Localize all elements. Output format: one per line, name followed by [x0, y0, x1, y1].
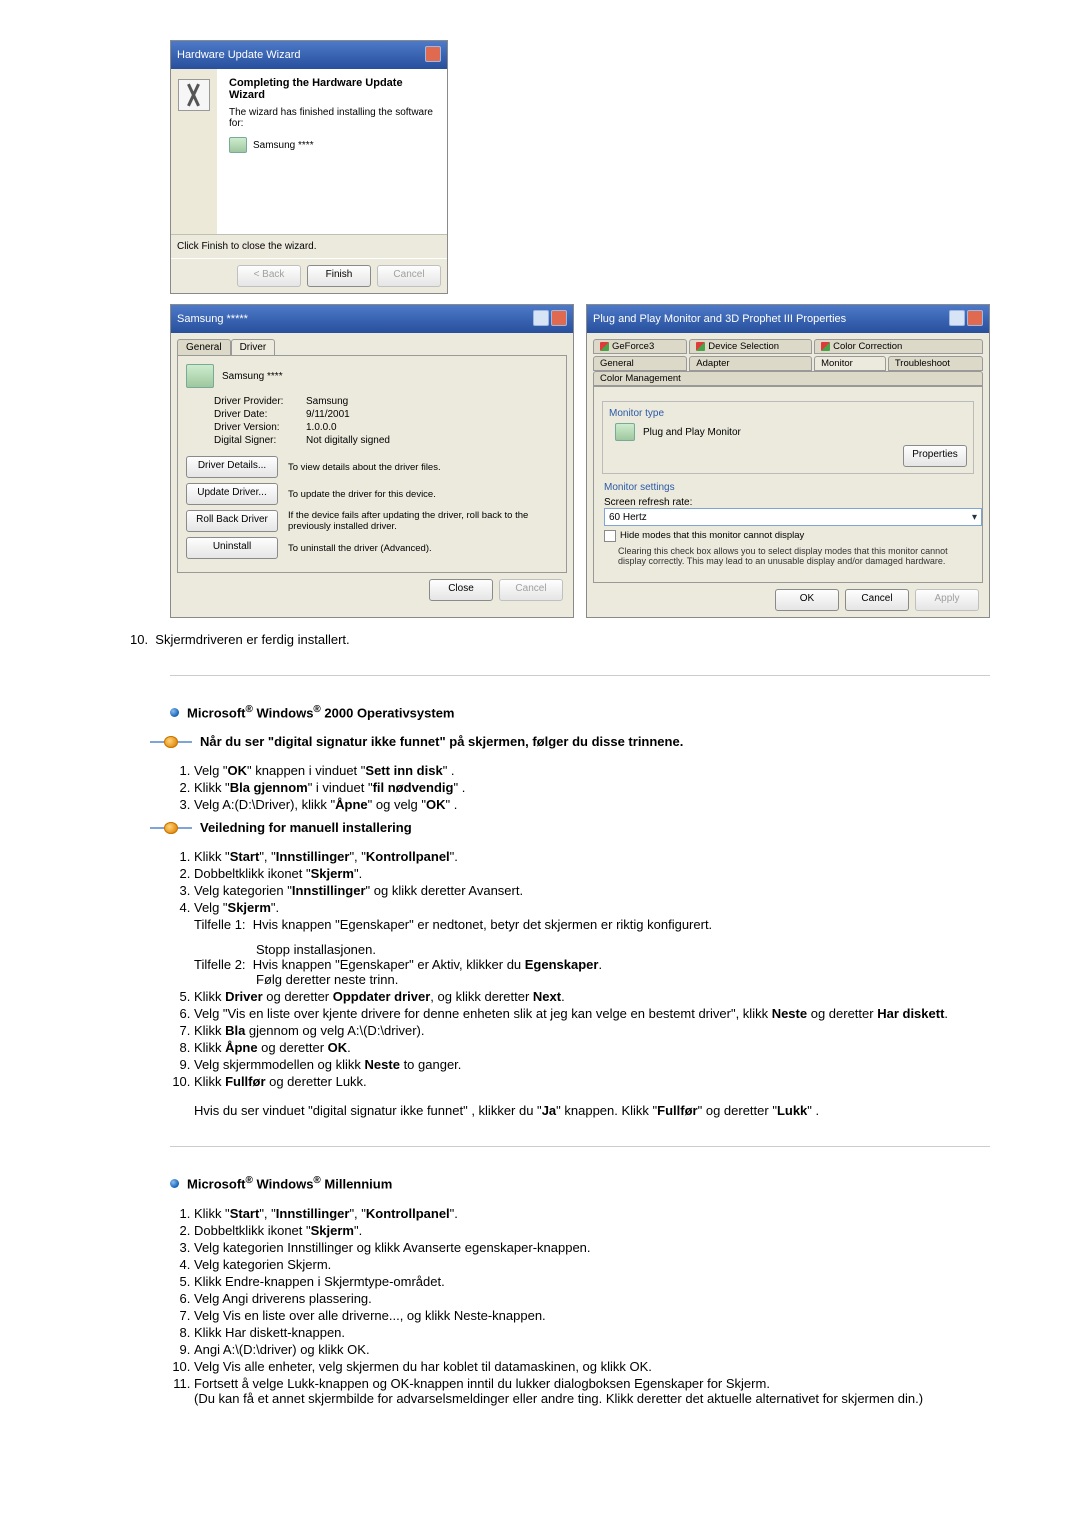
- driver-device: Samsung ****: [222, 371, 283, 382]
- update-driver-desc: To update the driver for this device.: [288, 489, 436, 500]
- checkbox-icon: [604, 530, 616, 542]
- pnp-dlg-title: Plug and Play Monitor and 3D Prophet III…: [593, 313, 846, 325]
- wizard-subtext: The wizard has finished installing the s…: [229, 107, 439, 129]
- nvidia-icon: [696, 342, 705, 351]
- bullet-icon: [170, 1179, 179, 1188]
- win2000-sig-steps: Velg "OK" knappen i vinduet "Sett inn di…: [170, 763, 990, 812]
- tab-color-correction: Color Correction: [814, 339, 983, 354]
- tab-monitor: Monitor: [814, 356, 886, 371]
- version-label: Driver Version:: [214, 422, 302, 433]
- apply-button: Apply: [915, 589, 979, 611]
- hide-modes-checkbox: Hide modes that this monitor cannot disp…: [620, 530, 804, 542]
- help-icon: [533, 310, 549, 326]
- provider-value: Samsung: [306, 396, 558, 407]
- wizard-icon: [178, 79, 210, 111]
- monitor-type-label: Monitor type: [609, 408, 967, 419]
- provider-label: Driver Provider:: [214, 396, 302, 407]
- driver-dlg-title: Samsung *****: [177, 313, 248, 325]
- date-value: 9/11/2001: [306, 409, 558, 420]
- signer-label: Digital Signer:: [214, 435, 302, 446]
- tab-device-selection: Device Selection: [689, 339, 812, 354]
- pnp-properties-screenshot: Plug and Play Monitor and 3D Prophet III…: [586, 304, 990, 618]
- tab-troubleshoot: Troubleshoot: [888, 356, 983, 371]
- uninstall-button: Uninstall: [186, 537, 278, 559]
- winme-steps: Klikk "Start", "Innstillinger", "Kontrol…: [170, 1206, 990, 1406]
- nvidia-icon: [821, 342, 830, 351]
- driver-properties-screenshot: Samsung ***** General Driver Samsung ***…: [170, 304, 574, 618]
- wizard-title: Hardware Update Wizard: [177, 49, 301, 61]
- version-value: 1.0.0.0: [306, 422, 558, 433]
- hide-modes-note: Clearing this check box allows you to se…: [618, 546, 972, 566]
- signer-value: Not digitally signed: [306, 435, 558, 446]
- cancel-button: Cancel: [499, 579, 563, 601]
- nvidia-icon: [600, 342, 609, 351]
- win2000-manual-steps: Klikk "Start", "Innstillinger", "Kontrol…: [170, 849, 990, 1118]
- back-button: < Back: [237, 265, 301, 287]
- tab-adapter: Adapter: [689, 356, 812, 371]
- tab-general: General: [593, 356, 687, 371]
- monitor-icon: [229, 137, 247, 153]
- refresh-rate-label: Screen refresh rate:: [604, 497, 972, 508]
- close-icon: [425, 46, 441, 62]
- tab-color-management: Color Management: [593, 371, 983, 386]
- tab-driver: Driver: [231, 339, 276, 355]
- monitor-icon: [615, 423, 635, 441]
- rollback-driver-button: Roll Back Driver: [186, 510, 278, 532]
- driver-details-button: Driver Details...: [186, 456, 278, 478]
- arrow-icon: [150, 736, 192, 748]
- finish-button: Finish: [307, 265, 371, 287]
- cancel-button: Cancel: [845, 589, 909, 611]
- bullet-icon: [170, 708, 179, 717]
- wizard-device: Samsung ****: [253, 140, 314, 151]
- digital-sign-heading: Når du ser "digital signatur ikke funnet…: [200, 734, 683, 749]
- monitor-settings-label: Monitor settings: [604, 482, 972, 493]
- close-icon: [967, 310, 983, 326]
- refresh-rate-select: 60 Hertz: [604, 508, 982, 526]
- close-icon: [551, 310, 567, 326]
- section-winme: Microsoft® Windows® Millennium: [187, 1175, 392, 1191]
- step-10: 10. Skjermdriveren er ferdig installert.: [130, 632, 990, 647]
- ok-button: OK: [775, 589, 839, 611]
- cancel-button: Cancel: [377, 265, 441, 287]
- uninstall-desc: To uninstall the driver (Advanced).: [288, 543, 432, 554]
- update-driver-button: Update Driver...: [186, 483, 278, 505]
- pnp-monitor-name: Plug and Play Monitor: [643, 427, 741, 438]
- help-icon: [949, 310, 965, 326]
- tab-geforce: GeForce3: [593, 339, 687, 354]
- wizard-heading: Completing the Hardware Update Wizard: [229, 77, 439, 101]
- properties-button: Properties: [903, 445, 967, 467]
- section-win2000: Microsoft® Windows® 2000 Operativsystem: [187, 704, 455, 720]
- wizard-screenshot: Hardware Update Wizard Completing the Ha…: [170, 40, 448, 294]
- tab-general: General: [177, 339, 231, 355]
- rollback-driver-desc: If the device fails after updating the d…: [288, 510, 558, 532]
- date-label: Driver Date:: [214, 409, 302, 420]
- close-button: Close: [429, 579, 493, 601]
- wizard-finish-note: Click Finish to close the wizard.: [171, 234, 447, 258]
- manual-install-heading: Veiledning for manuell installering: [200, 820, 412, 835]
- monitor-icon: [186, 364, 214, 388]
- driver-details-desc: To view details about the driver files.: [288, 462, 441, 473]
- arrow-icon: [150, 822, 192, 834]
